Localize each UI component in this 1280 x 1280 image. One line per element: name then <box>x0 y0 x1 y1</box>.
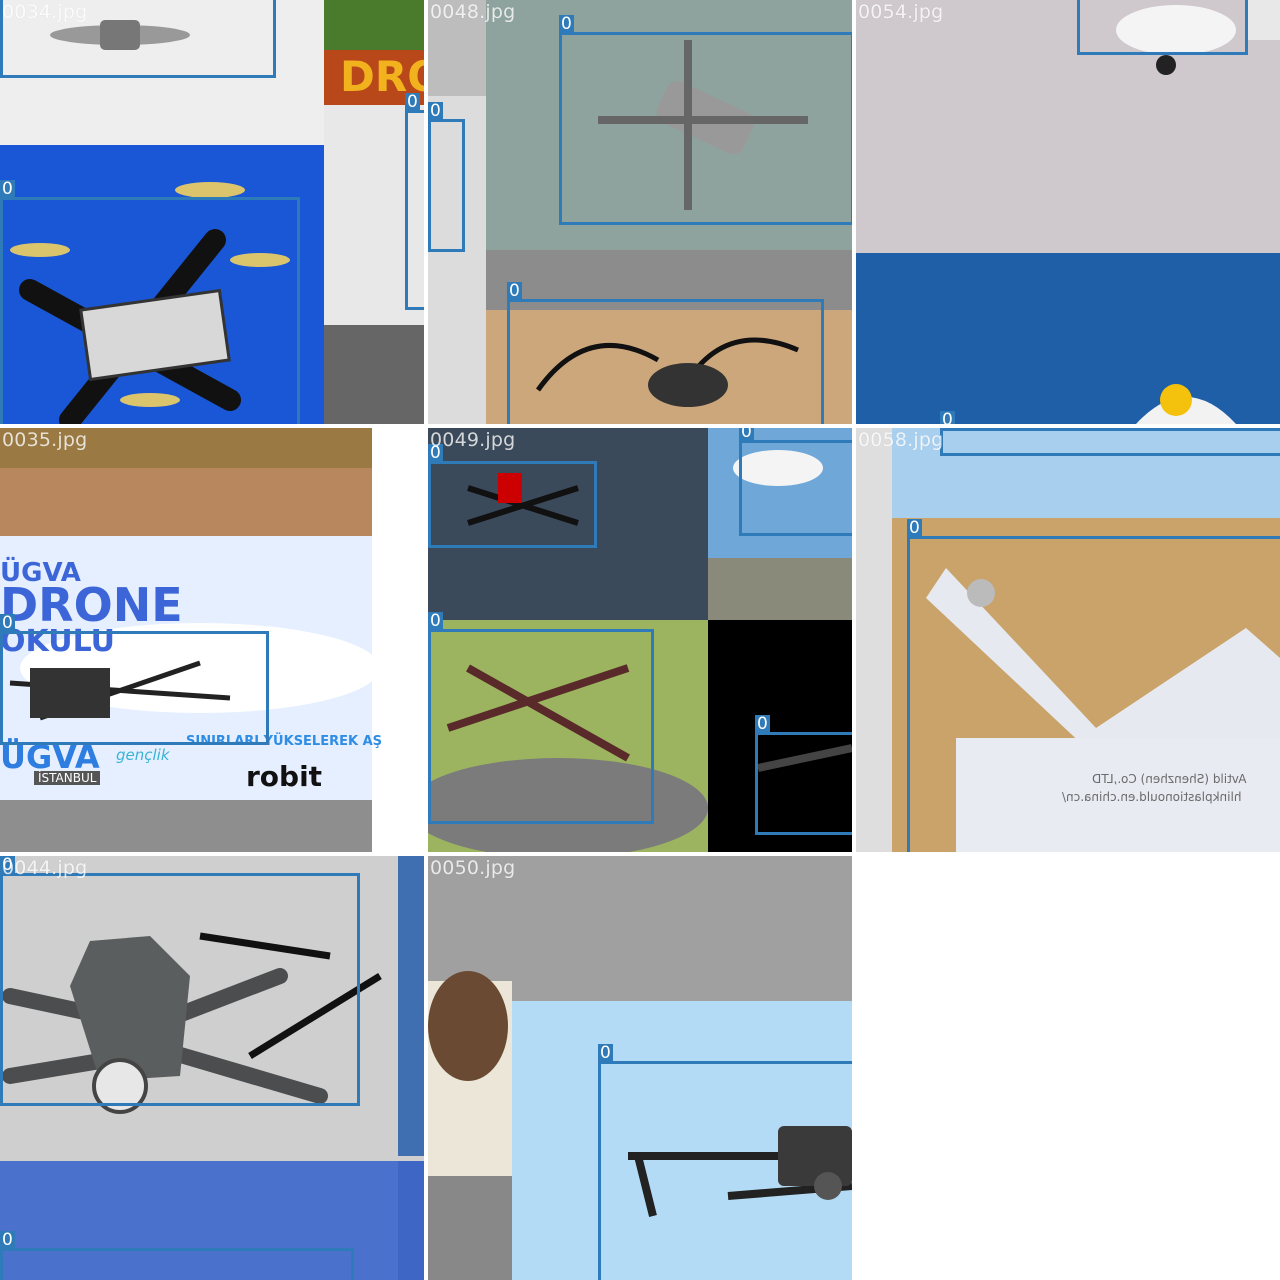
detection-box: 0 <box>428 444 597 548</box>
tile-filename: 0048.jpg <box>430 1 516 23</box>
scene-logo-text: robit <box>246 760 323 793</box>
tile-filename: 0035.jpg <box>2 429 88 451</box>
detection-box: 0 <box>739 428 852 536</box>
detection-box: 0 <box>907 519 1280 852</box>
mosaic-grid: DRO 0034.jpg 0 0 0 0048.jpg 0 0 0 <box>0 0 1280 1280</box>
detection-box: 0 <box>559 15 852 225</box>
tile-0044: 0044.jpg 0 0 <box>0 856 424 1280</box>
class-label: 0 <box>907 518 922 538</box>
tile-0054: 0054.jpg 0 0 <box>856 0 1280 424</box>
tile-0034: DRO 0034.jpg 0 0 0 <box>0 0 424 424</box>
detection-box: 0 <box>507 282 824 424</box>
detection-box: 0 <box>1077 0 1248 55</box>
detection-box: 0 <box>0 180 300 424</box>
class-label: 0 <box>0 1230 15 1250</box>
tile-filename: 0058.jpg <box>858 429 944 451</box>
detection-box: 0 <box>0 856 360 1106</box>
class-label: 0 <box>739 428 754 441</box>
detection-box: 0 <box>0 1231 354 1280</box>
tile-0035: ÜGVA DRONE OKULU SINIRLARI YÜKSELEREK AŞ… <box>0 428 424 852</box>
class-label: 0 <box>755 714 770 734</box>
class-label: 0 <box>940 411 955 424</box>
detection-box: 0 <box>0 614 269 745</box>
class-label: 0 <box>405 92 420 112</box>
class-label: 0 <box>0 179 15 199</box>
tile-filename: 0050.jpg <box>430 857 516 879</box>
tile-filename: 0049.jpg <box>430 429 516 451</box>
detection-box: 0 <box>940 428 1280 456</box>
empty-tile <box>856 856 1280 1280</box>
class-label: 0 <box>428 101 443 121</box>
class-label: 0 <box>598 1043 613 1063</box>
scene-logo-text: gençlik <box>116 746 170 764</box>
tile-filename: 0034.jpg <box>2 1 88 23</box>
tile-0049: 0049.jpg 0 0 0 0 <box>428 428 852 852</box>
detection-box: 0 <box>755 715 852 835</box>
tile-filename: 0054.jpg <box>858 1 944 23</box>
scene-logo-text: İSTANBUL <box>34 771 101 785</box>
detection-box: 0 <box>405 93 424 310</box>
detection-box: 0 <box>428 612 654 824</box>
tile-0048: 0048.jpg 0 0 0 <box>428 0 852 424</box>
class-label: 0 <box>559 14 574 34</box>
tile-0058: Avtild (Shenzhen) Co.,LTD hlinkplastiono… <box>856 428 1280 852</box>
detection-box: 0 <box>598 1044 852 1280</box>
tile-filename: 0044.jpg <box>2 857 88 879</box>
class-label: 0 <box>507 281 522 301</box>
class-label: 0 <box>428 611 443 631</box>
scene-image <box>856 0 1280 424</box>
class-label: 0 <box>0 613 15 633</box>
tile-0050: 0050.jpg 0 <box>428 856 852 1280</box>
detection-box: 0 <box>428 102 465 252</box>
